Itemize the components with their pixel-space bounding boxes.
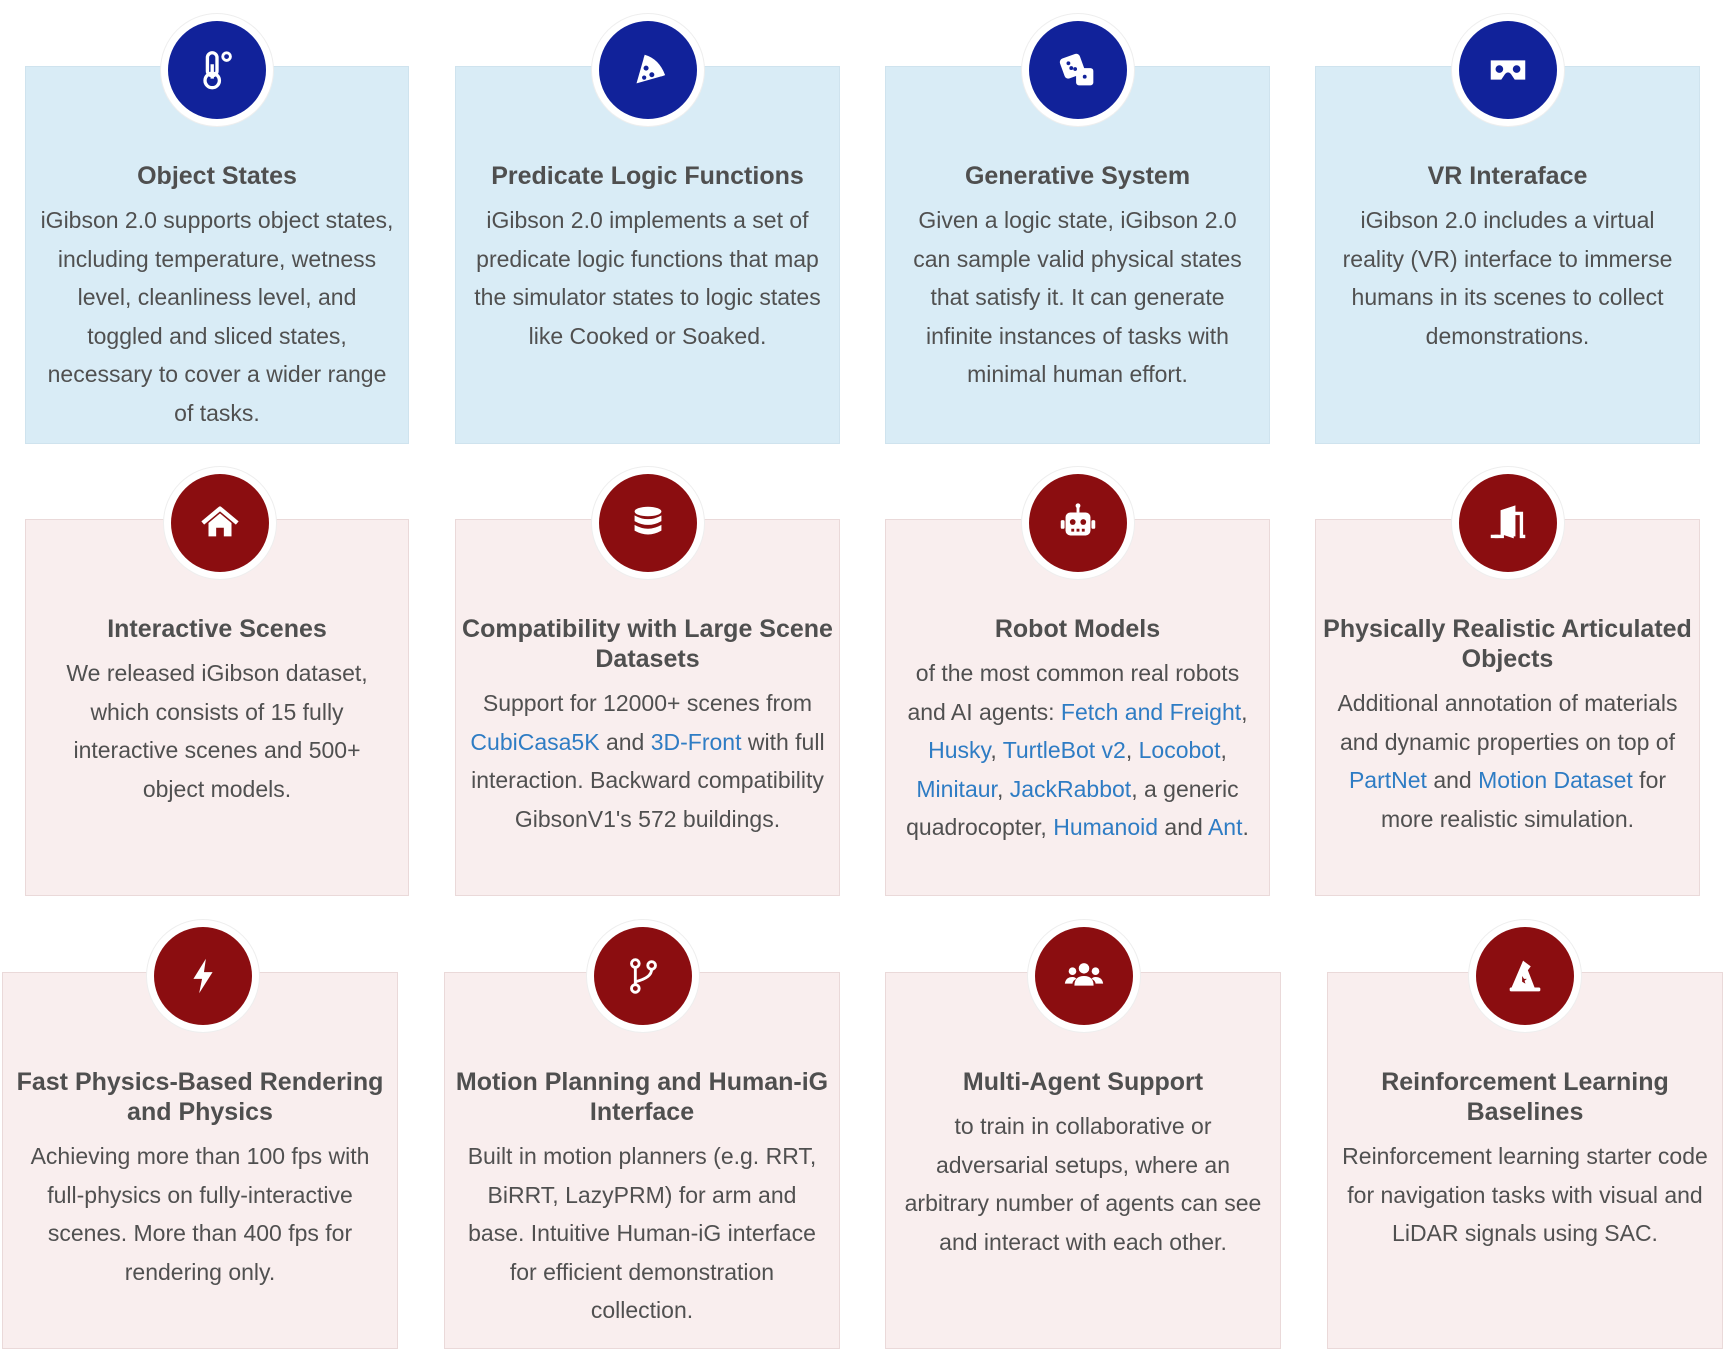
text-segment: and — [1158, 814, 1208, 841]
card-description: Achieving more than 100 fps with full-ph… — [30, 1143, 370, 1285]
ant-link[interactable]: Ant — [1208, 814, 1243, 840]
card-title: Compatibility with Large Scene Datasets — [462, 615, 833, 673]
text-segment: and — [599, 728, 651, 755]
separator: , — [1220, 737, 1227, 764]
badge-robot-models — [1022, 467, 1134, 579]
card-title: VR Interaface — [1427, 162, 1588, 190]
badge-predicate-logic — [592, 14, 704, 126]
badge-scene-datasets — [592, 467, 704, 579]
home-icon — [201, 506, 239, 537]
separator: , — [1125, 737, 1139, 764]
users-icon — [1064, 963, 1104, 986]
thermometer-icon — [203, 51, 232, 90]
turtlebot-link[interactable]: TurtleBot v2 — [1003, 737, 1126, 763]
minitaur-link[interactable]: Minitaur — [916, 776, 997, 802]
card-description: Given a logic state, iGibson 2.0 can sam… — [913, 207, 1242, 388]
code-branch-icon — [630, 958, 657, 994]
jackrabbot-link[interactable]: JackRabbot — [1010, 776, 1131, 802]
card-description: iGibson 2.0 supports object states, incl… — [40, 207, 394, 426]
separator: , — [990, 737, 1003, 764]
badge-generative-system — [1022, 14, 1134, 126]
3d-front-link[interactable]: 3D-Front — [651, 729, 742, 755]
badge-vr-interface — [1452, 14, 1564, 126]
door-open-icon — [1490, 505, 1526, 539]
vr-headset-icon — [1490, 60, 1526, 80]
badge-rl-baselines — [1469, 920, 1581, 1032]
separator: , — [996, 775, 1010, 802]
humanoid-link[interactable]: Humanoid — [1053, 814, 1158, 840]
card-description: Reinforcement learning starter code for … — [1342, 1143, 1708, 1247]
card-title: Generative System — [964, 162, 1191, 190]
partnet-link[interactable]: PartNet — [1349, 767, 1427, 793]
card-title: Predicate Logic Functions — [491, 162, 804, 190]
badge-interactive-scenes — [164, 467, 276, 579]
text-segment: Additional annotation of materials and d… — [1337, 690, 1678, 755]
fetch-freight-link[interactable]: Fetch and Freight — [1061, 699, 1241, 725]
badge-articulated-objects — [1452, 467, 1564, 579]
card-title: Motion Planning and Human-iG Interface — [455, 1068, 829, 1126]
card-description: to train in collaborative or adversarial… — [904, 1113, 1262, 1255]
cubicasa5k-link[interactable]: CubiCasa5K — [470, 729, 599, 755]
card-title: Interactive Scenes — [107, 615, 327, 643]
card-description: iGibson 2.0 includes a virtual reality (… — [1342, 207, 1673, 349]
card-title: Physically Realistic Articulated Objects — [1323, 615, 1692, 673]
card-title: Multi-Agent Support — [962, 1068, 1204, 1096]
badge-motion-planning — [587, 920, 699, 1032]
card-description: iGibson 2.0 implements a set of predicat… — [474, 207, 821, 349]
card-description: We released iGibson dataset, which consi… — [66, 660, 368, 802]
locobot-link[interactable]: Locobot — [1139, 737, 1221, 763]
database-icon — [634, 506, 662, 535]
card-title: Robot Models — [994, 615, 1161, 643]
wizard-hat-icon — [1509, 960, 1541, 992]
card-title: Object States — [137, 162, 297, 190]
card-title: Fast Physics-Based Rendering and Physics — [16, 1068, 384, 1126]
badge-fast-physics — [147, 920, 259, 1032]
motion-dataset-link[interactable]: Motion Dataset — [1478, 767, 1633, 793]
bolt-icon — [193, 958, 213, 994]
card-description: Built in motion planners (e.g. RRT, BiRR… — [467, 1143, 817, 1324]
pizza-slice-icon — [636, 54, 666, 84]
text-segment: and — [1426, 767, 1479, 794]
text-segment: Support for 12000+ scenes from — [482, 690, 813, 716]
robot-icon — [1060, 503, 1096, 536]
card-description: Support for 12000+ scenes from CubiCasa5… — [470, 684, 825, 838]
badge-object-states — [161, 14, 273, 126]
text-segment: . — [1242, 814, 1249, 841]
dice-icon — [1059, 53, 1094, 86]
badge-multi-agent — [1028, 920, 1140, 1032]
card-description: Additional annotation of materials and d… — [1330, 684, 1685, 838]
husky-link[interactable]: Husky — [928, 737, 990, 763]
separator: , — [1241, 698, 1248, 725]
card-description: of the most common real robots and AI ag… — [900, 654, 1255, 847]
card-title: Reinforcement Learning Baselines — [1381, 1068, 1669, 1126]
